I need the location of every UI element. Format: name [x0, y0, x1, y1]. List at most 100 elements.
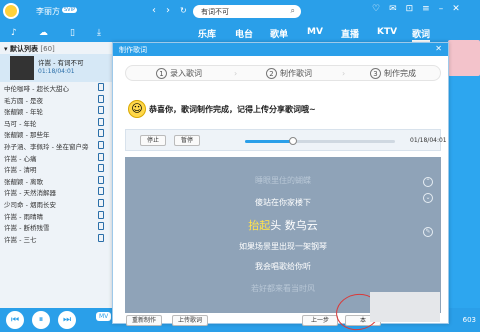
- menu-icon[interactable]: ≡: [422, 4, 430, 14]
- song-title: 少司命 - 烟雨长安: [4, 200, 56, 209]
- song-title: 许嵩 - 天然消解器: [4, 189, 56, 198]
- lyrics-preview: 睡眼里住的蝴蝶 傻站在你家楼下 抬起头 数乌云 如果场景里出现一架钢琴 我会唱歌…: [125, 157, 441, 313]
- lyrics-editor-dialog: 制作歌词 ✕ 1 录入歌词 › 2 制作歌词 › 3 制作完成 ☺ 恭喜你，歌词制作完…: [112, 42, 449, 326]
- mv-icon[interactable]: [98, 152, 104, 161]
- close-icon[interactable]: ✕: [435, 44, 442, 53]
- upload-lyrics-button[interactable]: 上传歌词: [172, 315, 208, 326]
- previous-step-button[interactable]: 上一步: [302, 315, 338, 326]
- song-list-item[interactable]: 张靓颖 - 离歌: [0, 175, 112, 187]
- song-list-item[interactable]: 许嵩 - 雨晴晴: [0, 210, 112, 222]
- tab-lyrics[interactable]: 歌词: [412, 27, 431, 42]
- list-header[interactable]: ▾ 默认列表 [60]: [0, 42, 112, 54]
- song-list-item[interactable]: 许嵩 - 清明: [0, 163, 112, 175]
- tab-playlists[interactable]: 歌单: [270, 27, 288, 40]
- previous-icon[interactable]: ⏮: [6, 311, 24, 329]
- edit-icon[interactable]: ✎: [423, 227, 433, 237]
- song-title: 张靓颖 - 年轮: [4, 108, 43, 117]
- mv-icon[interactable]: [98, 210, 104, 219]
- music-icon[interactable]: ♪: [11, 28, 17, 38]
- app-logo-icon[interactable]: [3, 3, 19, 19]
- mv-icon[interactable]: [98, 106, 104, 115]
- search-input[interactable]: 有词不可 ⌕: [193, 5, 301, 18]
- top-bar: 李丽方 SVIP ‹ › ↻ 有词不可 ⌕ ♡ ✉ ⊡ ≡ – ✕: [0, 0, 480, 24]
- song-title: 孙子涵、李佩玲 - 坐在窗户旁: [4, 142, 89, 151]
- song-list-item[interactable]: 毛方圆 - 是夜: [0, 94, 112, 106]
- song-list-item[interactable]: 马可 - 年轮: [0, 117, 112, 129]
- mv-icon[interactable]: [98, 164, 104, 173]
- tab-mv[interactable]: MV: [307, 27, 323, 37]
- next-icon[interactable]: ⏭: [58, 311, 76, 329]
- mv-icon[interactable]: [98, 198, 104, 207]
- username[interactable]: 李丽方: [36, 6, 60, 17]
- tab-ktv[interactable]: KTV: [377, 27, 397, 37]
- song-list-item[interactable]: 少司命 - 烟雨长安: [0, 198, 112, 210]
- mv-icon[interactable]: [98, 187, 104, 196]
- congrats-message: 恭喜你，歌词制作完成，记得上传分享歌词哦~: [149, 105, 316, 114]
- progress-handle[interactable]: [289, 137, 297, 145]
- album-cover: [10, 56, 34, 80]
- dialog-titlebar: 制作歌词 ✕: [113, 43, 448, 56]
- blurred-region: [370, 292, 440, 322]
- refresh-icon[interactable]: ↻: [180, 6, 187, 15]
- song-list-item[interactable]: 张靓颖 - 年轮: [0, 105, 112, 117]
- dialog-title: 制作歌词: [119, 46, 147, 54]
- message-icon[interactable]: ✉: [389, 4, 397, 14]
- chevron-right-icon: ›: [342, 69, 346, 78]
- forward-icon[interactable]: ›: [166, 5, 170, 16]
- progress-fill: [245, 140, 293, 143]
- now-playing-item[interactable]: 许嵩 - 有词不可 01:18/04:01: [0, 54, 112, 82]
- lyric-line: 睡眼里住的蝴蝶: [255, 176, 311, 185]
- now-playing-title: 许嵩 - 有词不可: [38, 59, 84, 67]
- scroll-up-icon[interactable]: ⌃: [423, 177, 433, 187]
- back-icon[interactable]: ‹: [152, 5, 156, 16]
- song-list-item[interactable]: 中伦咖啡 - 超长大甜心: [0, 82, 112, 94]
- tab-library[interactable]: 乐库: [198, 27, 216, 40]
- list-toggle-icon[interactable]: ▾: [4, 45, 8, 53]
- mv-icon[interactable]: [98, 233, 104, 242]
- lyric-line: 我会唱歌给你听: [255, 262, 311, 271]
- pause-button[interactable]: 暂停: [174, 135, 200, 146]
- mv-icon[interactable]: [98, 140, 104, 149]
- song-title: 许嵩 - 清明: [4, 166, 37, 175]
- now-playing-time: 01:18/04:01: [38, 68, 75, 75]
- step-2: 2 制作歌词: [266, 68, 312, 79]
- pause-icon[interactable]: ⏸: [32, 311, 50, 329]
- mv-icon[interactable]: [98, 83, 104, 91]
- song-list-item[interactable]: 孙子涵、李佩玲 - 坐在窗户旁: [0, 140, 112, 152]
- song-title: 马可 - 年轮: [4, 119, 37, 128]
- song-list-item[interactable]: 许嵩 - 断桥残雪: [0, 221, 112, 233]
- song-list-item[interactable]: 许嵩 - 心痛: [0, 152, 112, 164]
- song-list: 中伦咖啡 - 超长大甜心 毛方圆 - 是夜 张靓颖 - 年轮 马可 - 年轮 张靓颖 -…: [0, 82, 112, 244]
- mv-icon[interactable]: [98, 94, 104, 103]
- mv-tag[interactable]: MV: [96, 312, 112, 321]
- playback-controls: 停止 暂停 01/18/04:01: [125, 129, 447, 151]
- song-list-item[interactable]: 许嵩 - 天然消解器: [0, 186, 112, 198]
- sidebar: ♪ ☁ ▯ ⤓ ▾ 默认列表 [60] 许嵩 - 有词不可 01:18/04:0…: [0, 24, 112, 308]
- mv-icon[interactable]: [98, 175, 104, 184]
- progress-track[interactable]: [245, 137, 395, 145]
- mv-icon[interactable]: [98, 222, 104, 231]
- song-title: 毛方圆 - 是夜: [4, 96, 43, 105]
- stop-button[interactable]: 停止: [140, 135, 166, 146]
- scroll-down-icon[interactable]: ⌄: [423, 193, 433, 203]
- mv-icon[interactable]: [98, 129, 104, 138]
- cloud-icon[interactable]: ☁: [39, 28, 48, 38]
- device-icon[interactable]: ▯: [70, 28, 75, 38]
- download-icon[interactable]: ⤓: [97, 28, 101, 38]
- skin-icon[interactable]: ♡: [372, 4, 380, 14]
- mv-icon[interactable]: [98, 117, 104, 126]
- remake-button[interactable]: 重新制作: [126, 315, 162, 326]
- song-title: 中伦咖啡 - 超长大甜心: [4, 85, 69, 93]
- list-title: 默认列表: [9, 45, 38, 53]
- step-1: 1 录入歌词: [156, 68, 202, 79]
- tab-radio[interactable]: 电台: [235, 27, 253, 40]
- mail-icon[interactable]: ⊡: [406, 4, 414, 14]
- close-icon[interactable]: ✕: [452, 4, 460, 14]
- search-icon[interactable]: ⌕: [291, 6, 295, 16]
- tab-live[interactable]: 直播: [341, 27, 359, 40]
- song-list-item[interactable]: 张靓颖 - 那些年: [0, 128, 112, 140]
- song-list-item[interactable]: 许嵩 - 三七: [0, 233, 112, 245]
- minimize-icon[interactable]: –: [439, 4, 444, 14]
- user-avatar[interactable]: [448, 40, 480, 76]
- lyric-line: 傻站在你家楼下: [255, 198, 311, 207]
